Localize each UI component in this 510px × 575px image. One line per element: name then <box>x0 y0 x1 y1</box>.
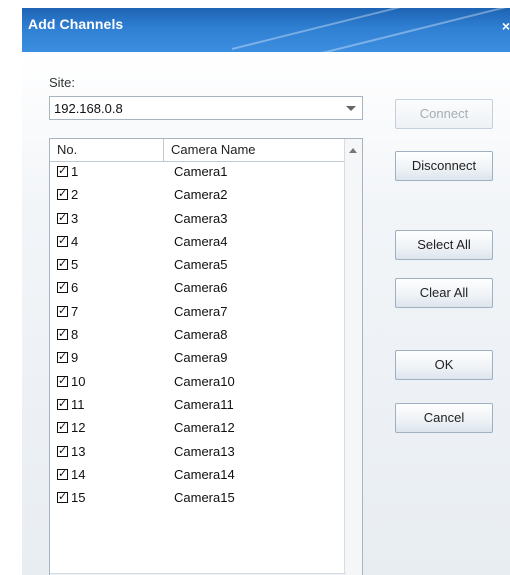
camera-name: Camera4 <box>174 233 228 249</box>
channel-number: 12 <box>71 420 86 436</box>
select-all-button[interactable]: Select All <box>395 230 493 260</box>
checkmark-icon[interactable]: ✓ <box>57 305 68 317</box>
checkmark-icon[interactable]: ✓ <box>57 445 68 457</box>
camera-name: Camera1 <box>174 164 228 179</box>
channel-number: 1 <box>71 164 79 179</box>
camera-name: Camera2 <box>174 187 228 203</box>
channel-number: 14 <box>71 466 86 482</box>
channel-number: 15 <box>71 490 86 506</box>
channel-number: 3 <box>71 210 79 226</box>
camera-name: Camera12 <box>174 420 235 436</box>
channel-number: 10 <box>71 373 86 389</box>
channel-number: 11 <box>71 396 85 412</box>
table-row[interactable]: ✓ 4 Camera4 <box>50 232 346 255</box>
camera-name: Camera9 <box>174 350 228 366</box>
table-row[interactable]: ✓ 13 Camera13 <box>50 442 346 465</box>
channel-number: 5 <box>71 257 79 273</box>
site-label: Site: <box>49 75 76 90</box>
channel-number: 9 <box>71 350 79 366</box>
chevron-down-icon[interactable] <box>346 106 356 111</box>
table-row[interactable]: ✓ 12 Camera12 <box>50 418 346 441</box>
vertical-scrollbar[interactable] <box>344 139 362 575</box>
table-body: ✓ 1 Camera1 ✓ 2 Camera2 ✓ 3 Camera3 ✓ 4 Camera4 ✓ 5 Ca… <box>50 162 346 511</box>
clear-all-button[interactable]: Clear All <box>395 278 493 308</box>
channel-number: 4 <box>71 233 79 249</box>
checkmark-icon[interactable]: ✓ <box>57 492 68 504</box>
camera-name: Camera8 <box>174 327 228 343</box>
column-divider <box>163 139 164 161</box>
close-icon[interactable]: × <box>502 18 510 34</box>
column-header-camera-name[interactable]: Camera Name <box>171 142 256 157</box>
checkmark-icon[interactable]: ✓ <box>57 468 68 480</box>
camera-name: Camera5 <box>174 257 228 273</box>
table-row[interactable]: ✓ 14 Camera14 <box>50 465 346 488</box>
channel-number: 2 <box>71 187 79 203</box>
site-dropdown-value: 192.168.0.8 <box>54 101 123 116</box>
title-bar[interactable]: Add Channels × <box>22 8 510 52</box>
checkmark-icon[interactable]: ✓ <box>57 282 68 294</box>
table-row[interactable]: ✓ 1 Camera1 <box>50 162 346 185</box>
checkmark-icon[interactable]: ✓ <box>57 375 68 387</box>
camera-name: Camera15 <box>174 490 235 506</box>
checkmark-icon[interactable]: ✓ <box>57 422 68 434</box>
table-row[interactable]: ✓ 11 Camera11 <box>50 395 346 418</box>
camera-name: Camera7 <box>174 303 228 319</box>
camera-name: Camera3 <box>174 210 228 226</box>
dialog-body: Site: 192.168.0.8 No. Camera Name ✓ 1 Came… <box>22 52 510 575</box>
ok-button[interactable]: OK <box>395 350 493 380</box>
table-row[interactable]: ✓ 5 Camera5 <box>50 255 346 278</box>
site-dropdown[interactable]: 192.168.0.8 <box>49 96 363 120</box>
disconnect-button[interactable]: Disconnect <box>395 151 493 181</box>
checkmark-icon[interactable]: ✓ <box>57 398 68 410</box>
camera-name: Camera14 <box>174 466 235 482</box>
dialog-title: Add Channels <box>28 16 124 32</box>
channel-table: No. Camera Name ✓ 1 Camera1 ✓ 2 Camera2 ✓ 3 Came… <box>49 138 363 575</box>
column-header-no[interactable]: No. <box>57 142 77 157</box>
channel-number: 6 <box>71 280 79 296</box>
checkmark-icon[interactable]: ✓ <box>57 235 68 247</box>
table-row[interactable]: ✓ 3 Camera3 <box>50 209 346 232</box>
table-row[interactable]: ✓ 7 Camera7 <box>50 302 346 325</box>
channel-number: 8 <box>71 327 79 343</box>
add-channels-dialog: Add Channels × Site: 192.168.0.8 No. Cam… <box>22 8 510 575</box>
camera-name: Camera6 <box>174 280 228 296</box>
checkmark-icon[interactable]: ✓ <box>57 189 68 201</box>
table-row[interactable]: ✓ 9 Camera9 <box>50 348 346 371</box>
table-row[interactable]: ✓ 8 Camera8 <box>50 325 346 348</box>
cancel-button[interactable]: Cancel <box>395 403 493 433</box>
camera-name: Camera11 <box>174 396 234 412</box>
table-header: No. Camera Name <box>50 139 346 162</box>
checkmark-icon[interactable]: ✓ <box>57 352 68 364</box>
table-row[interactable]: ✓ 2 Camera2 <box>50 185 346 208</box>
checkmark-icon[interactable]: ✓ <box>57 212 68 224</box>
checkmark-icon[interactable]: ✓ <box>57 259 68 271</box>
table-row[interactable]: ✓ 6 Camera6 <box>50 278 346 301</box>
camera-name: Camera10 <box>174 373 235 389</box>
checkmark-icon[interactable]: ✓ <box>57 166 68 177</box>
checkmark-icon[interactable]: ✓ <box>57 329 68 341</box>
channel-number: 13 <box>71 443 86 459</box>
table-row[interactable]: ✓ 15 Camera15 <box>50 488 346 511</box>
camera-name: Camera13 <box>174 443 235 459</box>
connect-button[interactable]: Connect <box>395 99 493 129</box>
channel-number: 7 <box>71 303 79 319</box>
scroll-up-icon[interactable] <box>349 148 357 153</box>
table-row[interactable]: ✓ 10 Camera10 <box>50 372 346 395</box>
title-bar-decoration <box>321 8 510 52</box>
